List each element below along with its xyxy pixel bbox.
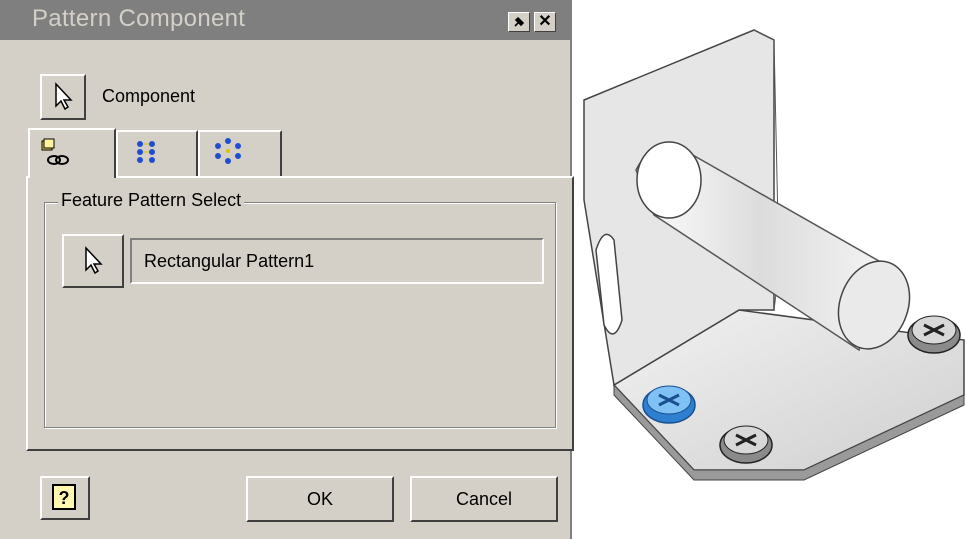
screw-icon-right: [907, 315, 961, 354]
dialog-titlebar[interactable]: Pattern Component ✕: [0, 0, 570, 40]
screw-icon-front: [719, 425, 773, 464]
svg-text:?: ?: [59, 488, 70, 508]
pattern-component-dialog: Pattern Component ✕ Component Feature Pa…: [0, 0, 574, 539]
rectangular-pattern-icon: [137, 141, 155, 163]
close-icon: ✕: [538, 13, 552, 30]
tab-rectangular-pattern[interactable]: [116, 130, 198, 178]
pin-icon: [514, 16, 525, 27]
circular-pattern-icon: [215, 138, 241, 164]
help-button[interactable]: ?: [40, 476, 90, 520]
tab-circular-pattern[interactable]: [198, 130, 282, 178]
help-icon: ?: [52, 484, 76, 510]
bracket-model-image: [583, 29, 965, 481]
feature-pattern-group-label: Feature Pattern Select: [58, 190, 245, 211]
cursor-arrow-icon: [55, 82, 73, 111]
pattern-field-value: Rectangular Pattern1: [144, 251, 315, 271]
component-select-button[interactable]: [40, 74, 86, 120]
pattern-select-button[interactable]: [62, 234, 124, 288]
close-button[interactable]: ✕: [534, 12, 556, 32]
component-label: Component: [102, 86, 196, 106]
dialog-title: Pattern Component: [32, 5, 246, 32]
pattern-field[interactable]: Rectangular Pattern1: [130, 238, 544, 284]
cancel-button[interactable]: Cancel: [410, 476, 558, 522]
component-pattern-icon: [41, 138, 69, 165]
cursor-arrow-icon: [85, 246, 103, 275]
screw-icon-highlighted: [642, 385, 696, 424]
ok-button[interactable]: OK: [246, 476, 394, 522]
model-viewport[interactable]: [574, 0, 966, 539]
pin-button[interactable]: [508, 12, 530, 32]
tab-component-pattern[interactable]: [28, 128, 116, 178]
